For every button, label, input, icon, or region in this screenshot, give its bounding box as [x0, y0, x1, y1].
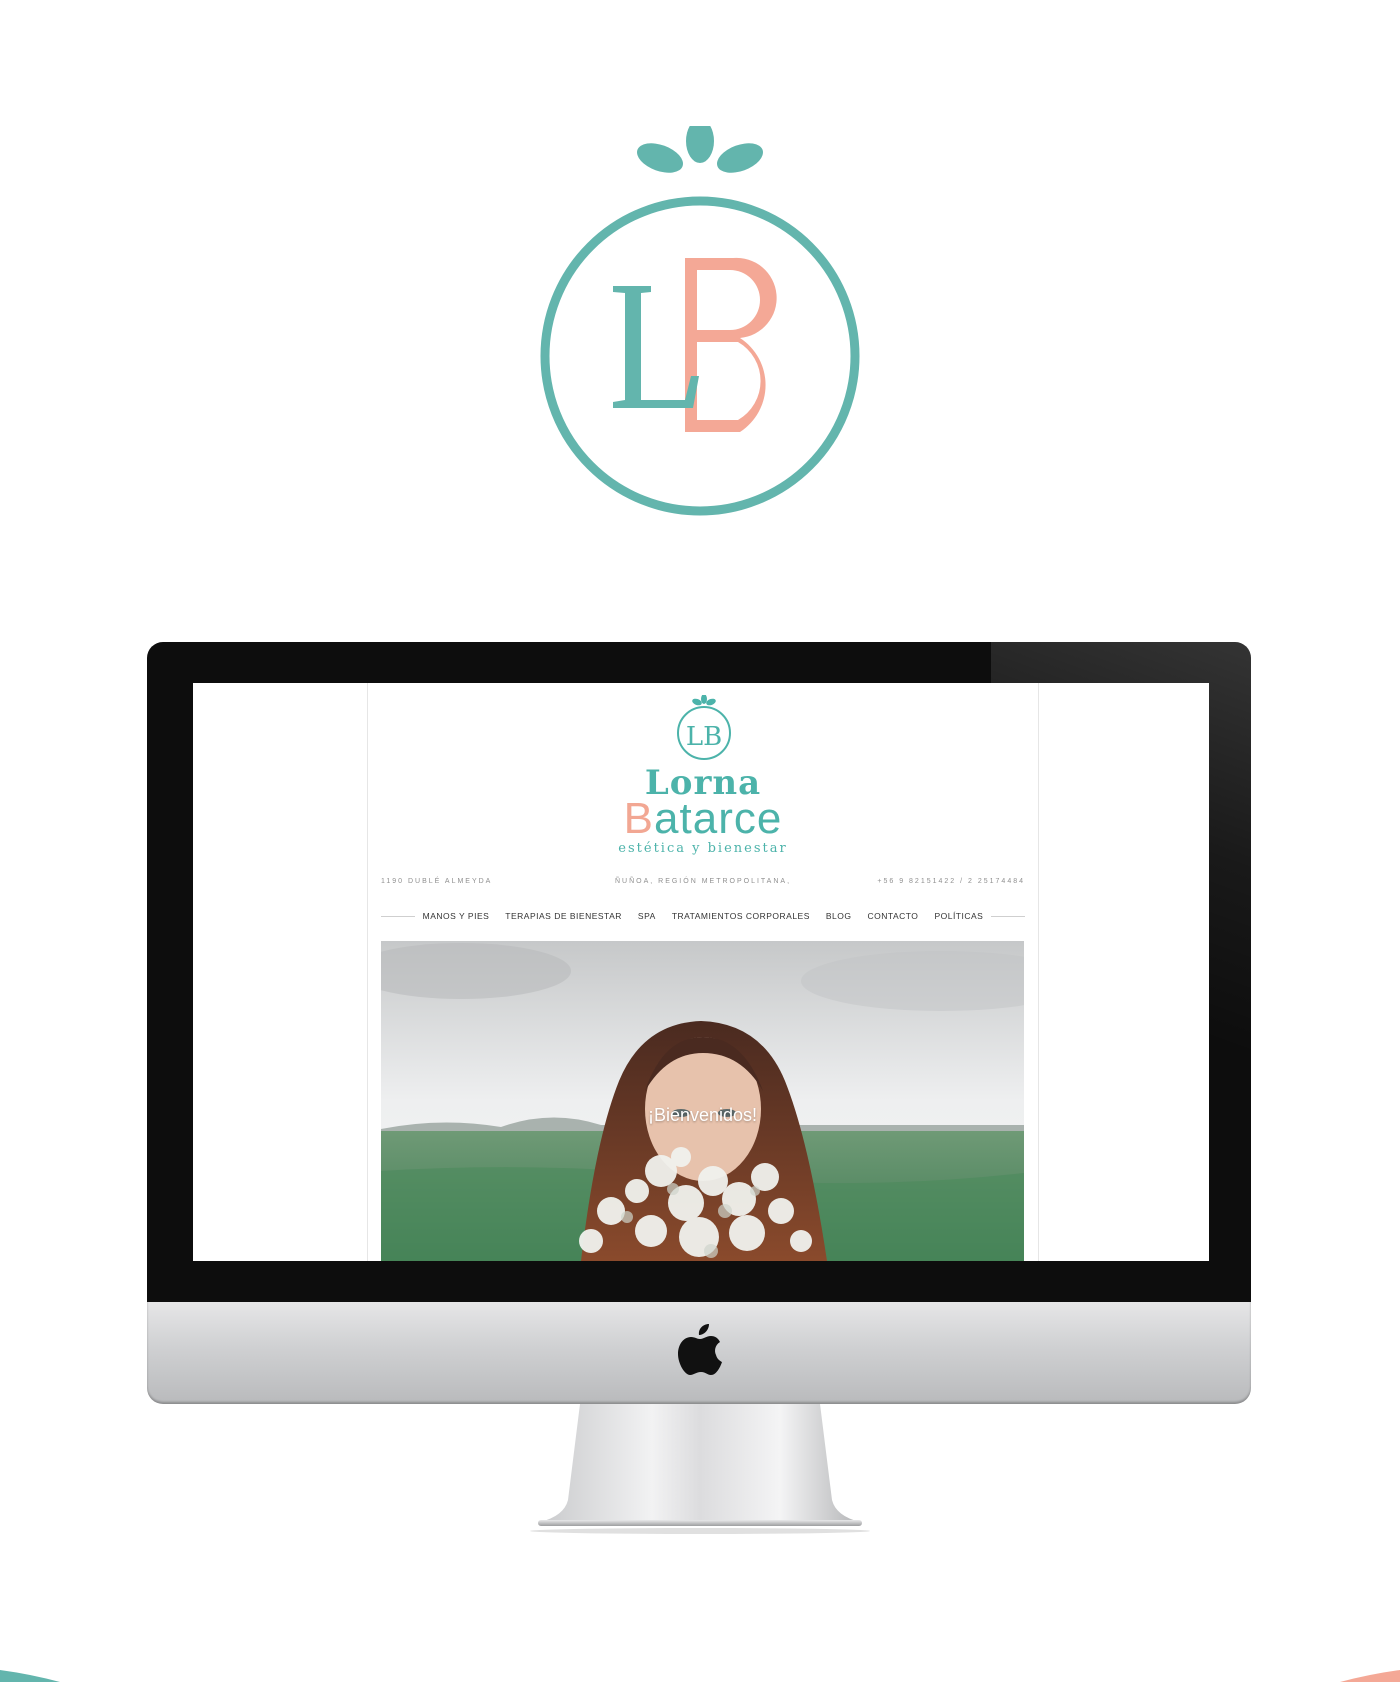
hero-image — [381, 941, 1024, 1261]
nav-item-terapias-de-bienestar[interactable]: TERAPIAS DE BIENESTAR — [505, 911, 622, 921]
monitor-screen: LB Lorna Batarce estética y bienestar 11… — [193, 683, 1209, 1261]
main-nav: MANOS Y PIES TERAPIAS DE BIENESTAR SPA T… — [381, 909, 1026, 923]
nav-divider — [991, 915, 1026, 917]
nav-item-manos-y-pies[interactable]: MANOS Y PIES — [423, 911, 490, 921]
hero-welcome-text: ¡Bienvenidos! — [647, 1105, 758, 1125]
nav-item-contacto[interactable]: CONTACTO — [868, 911, 919, 921]
nav-item-blog[interactable]: BLOG — [826, 911, 852, 921]
leaf-icon — [637, 126, 763, 173]
leaf-icon — [692, 695, 716, 706]
wordmark-rest: atarce — [654, 794, 783, 843]
website-page: LB Lorna Batarce estética y bienestar 11… — [367, 683, 1039, 1261]
corner-accent-left — [0, 1670, 60, 1682]
nav-item-spa[interactable]: SPA — [638, 911, 656, 921]
wordmark-initial: B — [623, 794, 655, 843]
corner-accent-right — [1340, 1670, 1400, 1682]
wordmark-last-name: Batarce — [368, 795, 1038, 843]
nav-item-tratamientos-corporales[interactable]: TRATAMIENTOS CORPORALES — [672, 911, 810, 921]
site-logo-monogram: LB — [686, 722, 722, 752]
nav-item-politicas[interactable]: POLÍTICAS — [934, 911, 983, 921]
monitor-stand — [530, 1404, 870, 1534]
hero-banner: ¡Bienvenidos! — [381, 941, 1024, 1261]
brand-logo — [540, 126, 860, 516]
apple-icon — [678, 1324, 722, 1375]
contact-phone[interactable]: +56 9 82151422 / 2 25174484 — [877, 878, 1025, 885]
nav-divider — [381, 915, 415, 917]
site-logo[interactable]: LB — [673, 695, 735, 763]
wordmark-tagline: estética y bienestar — [618, 841, 788, 856]
